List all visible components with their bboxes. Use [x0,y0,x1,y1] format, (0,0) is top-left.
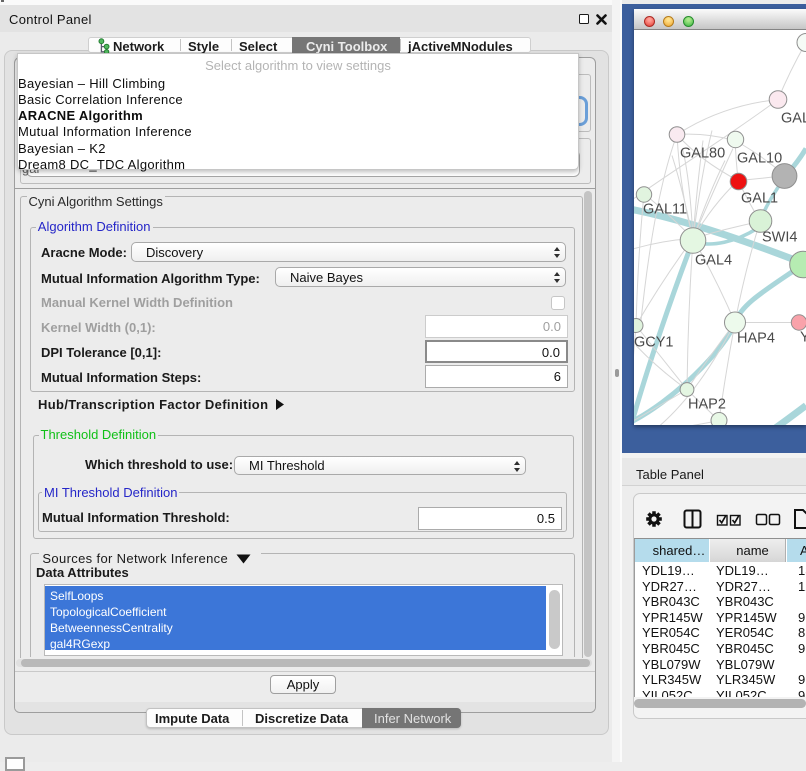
svg-text:HAP2: HAP2 [688,396,726,412]
svg-text:GAL4: GAL4 [695,252,732,268]
svg-text:GAL: GAL [781,110,806,126]
svg-text:SWI4: SWI4 [762,229,797,245]
svg-text:GCY1: GCY1 [634,334,674,350]
svg-text:GAL11: GAL11 [643,201,687,217]
svg-text:GAL80: GAL80 [680,145,725,161]
svg-text:Y: Y [800,329,806,345]
svg-text:HAP4: HAP4 [737,330,775,346]
svg-text:GAL10: GAL10 [737,150,782,166]
svg-text:GAL1: GAL1 [741,190,778,206]
